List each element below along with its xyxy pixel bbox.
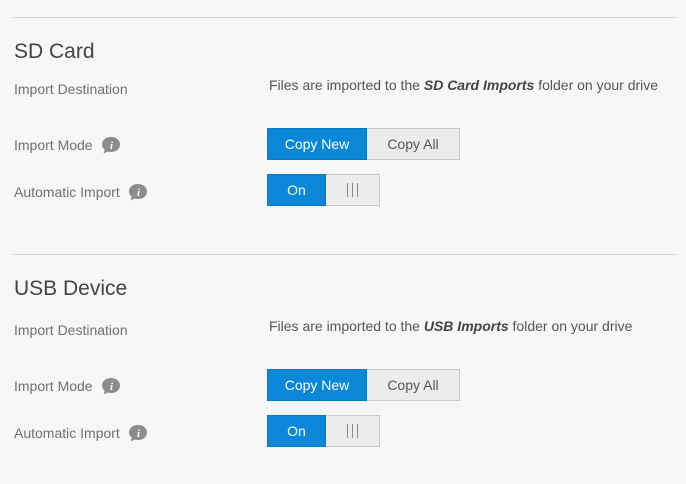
import-mode-label-text: Import Mode bbox=[14, 378, 93, 394]
section-divider bbox=[13, 254, 677, 255]
copy-new-button[interactable]: Copy New bbox=[267, 369, 367, 401]
section-title: USB Device bbox=[14, 277, 128, 300]
toggle-handle[interactable] bbox=[326, 415, 380, 447]
import-destination-label: Import Destination bbox=[14, 322, 128, 338]
destination-prefix: Files are imported to the bbox=[269, 318, 424, 334]
info-icon[interactable]: i bbox=[128, 424, 148, 442]
grip-icon bbox=[347, 424, 358, 438]
automatic-import-label: Automatic Import i bbox=[14, 424, 148, 442]
automatic-import-toggle[interactable]: On bbox=[267, 415, 380, 447]
automatic-import-label-text: Automatic Import bbox=[14, 425, 120, 441]
destination-folder: USB Imports bbox=[423, 318, 509, 334]
info-icon[interactable]: i bbox=[101, 377, 121, 395]
import-mode-selector: Copy New Copy All bbox=[267, 369, 460, 401]
copy-all-button[interactable]: Copy All bbox=[367, 369, 460, 401]
toggle-on-label: On bbox=[267, 415, 326, 447]
destination-suffix: folder on your drive bbox=[508, 318, 633, 334]
import-destination-label-text: Import Destination bbox=[14, 322, 128, 338]
import-mode-label: Import Mode i bbox=[14, 377, 121, 395]
usb-device-section: USB Device Import Destination Files are … bbox=[0, 0, 686, 484]
import-destination-text: Files are imported to the USB Imports fo… bbox=[269, 318, 632, 334]
